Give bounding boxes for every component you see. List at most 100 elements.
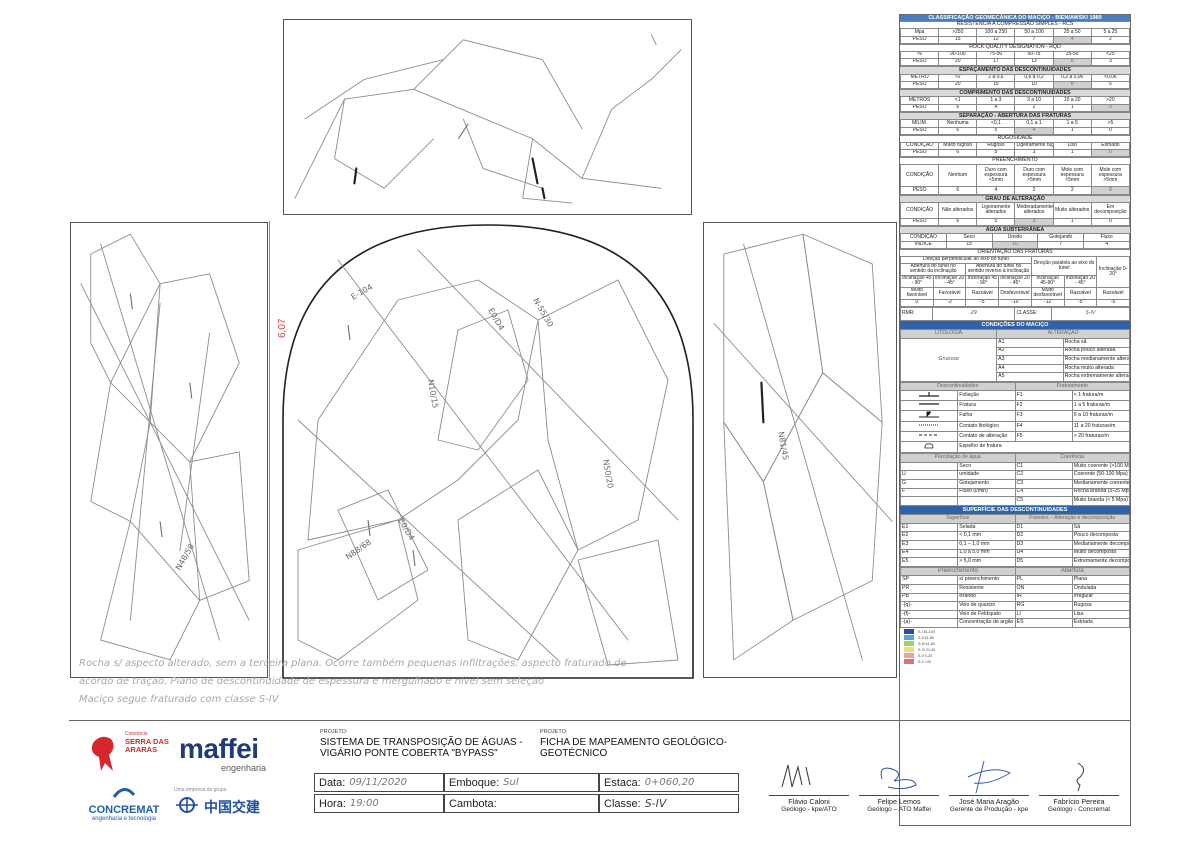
agua-table: CONDIÇÃO Seco Úmido Gotejando Fluxo ÍNDICE 15…	[900, 233, 1130, 249]
preenchimento-table: CONDIÇÃO Nenhum Duro com espessura <5mm Dur…	[899, 164, 1131, 195]
alteracao-title: GRAU DE ALTERAÇÃO	[900, 194, 1130, 202]
comprimento-selected: 0	[1090, 103, 1131, 113]
data-field[interactable]: Data: 09/11/2020	[314, 773, 444, 792]
classification-sheet: CLASSIFICAÇÃO GEOMECÂNICA DO MACIÇO - BI…	[899, 14, 1131, 826]
condicoes-table: LITOLOGIA ALTERAÇÃO Gnaisse A1 Rocha sã A2 R…	[899, 329, 1131, 382]
alteracao-table: CONDIÇÃO Não alterados Ligeiramente altera…	[899, 201, 1131, 227]
rcs-title: RESISTÊNCIA A COMPRESSÃO SIMPLES - RCS	[900, 21, 1130, 28]
right-wall-panel: N81/45	[703, 222, 897, 678]
classe-value: S-IV	[1051, 307, 1130, 322]
preenchimento-selected: 0	[1090, 186, 1131, 195]
rugosidade-table: CONDIÇÃO Muito rugoso Rugoso Ligeiramente r…	[899, 141, 1131, 158]
cambota-field[interactable]: Cambota:	[444, 794, 599, 813]
serra-das-araras-logo: Consórcio SERRA DAS ARARAS	[87, 731, 177, 777]
espacamento-selected: 8	[1052, 80, 1092, 90]
rqd-title: ROCK QUALITY DESIGNATION - RQD	[900, 43, 1130, 51]
preenchimento-legend-table: Preenchimento Abertura SP s/ preenchimento…	[899, 566, 1131, 628]
rmr-value: 29	[932, 307, 1016, 322]
signature-mark-icon	[1076, 762, 1084, 792]
tunnel-annotation-0: E-104	[350, 282, 375, 301]
class-swatch	[904, 635, 914, 641]
rugosidade-title: RUGOSIDADE	[900, 134, 1130, 142]
rqd-selected: 8	[1052, 58, 1092, 67]
percolacao-table: Percolação de água Coerência Seco C1 Muito …	[899, 453, 1131, 506]
right-wall-annotation: N81/45	[776, 431, 790, 461]
descontinuidades-table: Descontinuidades Fraturamento Foliação F1 <…	[899, 381, 1131, 454]
superficie-table: Superfície Paredes – Alteração e decompos…	[899, 514, 1131, 567]
agua-selected: 10	[991, 240, 1039, 249]
orientacao-table: Direção perpendicular ao eixo do túnel Di…	[899, 255, 1130, 308]
classe-field[interactable]: Classe: S-IV	[599, 794, 739, 813]
left-wall-annotation: N48/58	[174, 542, 196, 571]
signature-flavio: Flávio Caloni Geólogo - kpe/ATO	[769, 759, 849, 813]
concremat-mark-icon	[112, 788, 136, 798]
falha-symbol-icon	[919, 411, 940, 418]
contato-litologico-symbol-icon	[919, 424, 940, 426]
agua-title: ÁGUA SUBTERRÂNEA	[900, 226, 1130, 234]
preenchimento-title: PREENCHIMENTO	[900, 157, 1130, 164]
crown-sketch	[294, 34, 682, 204]
tunnel-annotation-4: E0/D4	[486, 307, 506, 332]
signature-mark-icon	[781, 764, 811, 788]
class-color-key: S-I 81-100 S-II 61-80 S-III 41-60 S-IV 2…	[900, 628, 1130, 666]
foliacao-symbol-icon	[919, 392, 940, 398]
maffei-logo: maffei engenharia	[179, 733, 267, 774]
crcc-logo: Uma empresa do grupo 中国交建	[174, 787, 260, 815]
contato-alteracao-symbol-icon	[919, 434, 940, 436]
abertura-table: MILIM. Nenhuma <0,1 0,1 a 11 a 5 >5 PESO 6 5 4 1…	[899, 119, 1131, 135]
comprimento-title: COMPRIMENTO DAS DESCONTINUIDADES	[900, 89, 1130, 97]
concremat-logo: CONCREMAT engenharia e tecnologia	[79, 785, 169, 822]
signature-jose: José Maria Aragão Gerente de Produção - …	[949, 759, 1029, 813]
observation-notes: Rocha s/ aspecto alterado, sem a terceir…	[69, 656, 899, 718]
class-swatch	[904, 659, 914, 665]
espacamento-title: ESPAÇAMENTO DAS DESCONTINUIDADES	[900, 66, 1130, 74]
estaca-field[interactable]: Estaca: 0+060,20	[599, 773, 739, 792]
class-swatch	[904, 641, 914, 647]
tunnel-annotation-5: N-S5/30	[531, 297, 555, 329]
abertura-title: SEPARAÇÃO - ABERTURA DAS FRATURAS	[900, 112, 1130, 120]
espelho-fratura-symbol-icon	[924, 443, 934, 449]
condicoes-title: CONDIÇÕES DO MACIÇO	[900, 321, 1130, 330]
espacamento-table: METRO >2 2 a 0,6 0,6 a 0,2 0,2 a 0,06 <0,06 P…	[899, 73, 1131, 90]
note-line-1: Rocha s/ aspecto alterado, sem a terceir…	[79, 658, 627, 669]
projeto2-text: FICHA DE MAPEAMENTO GEOLÓGICO-GEOTÉCNICO	[540, 737, 728, 759]
tunnel-annotation-7: N50/20	[601, 459, 615, 489]
right-wall-sketch: N81/45	[713, 233, 893, 661]
rcs-table: Mpa >250 100 a 250 50 a 100 25 a 50 5 a 25 PE…	[899, 28, 1131, 44]
tunnel-annotation-6: E0/D4	[396, 517, 416, 542]
class-key-row: S-V <20	[904, 659, 1126, 665]
orientacao-title: ORIENTAÇÃO DAS FRATURAS	[900, 248, 1130, 256]
note-line-2: acordo de tração. Plano de descontinuida…	[79, 676, 545, 687]
class-swatch	[904, 629, 914, 635]
comprimento-table: METROS <1 1 a 33 a 10 10 a 20 >20 PESO 6 4 2 1 0	[899, 96, 1131, 113]
signature-fabricio: Fabrício Pereira Geólogo - Concremat	[1039, 759, 1119, 813]
rugosidade-selected: 0	[1090, 149, 1131, 158]
tunnel-face-sketch: E-104 N88/68 N10/15 E0/D4 N-S5/30 E0/D4 …	[282, 224, 694, 679]
emboque-field[interactable]: Emboque: Sul	[444, 773, 599, 792]
class-swatch	[904, 647, 914, 653]
alteracao-selected: 3	[1014, 217, 1054, 227]
class-swatch	[904, 653, 914, 659]
footer: Consórcio SERRA DAS ARARAS maffei engenh…	[69, 720, 1131, 826]
tunnel-annotation-2: N88/68	[344, 538, 373, 562]
projeto2-label: PROJETO:	[540, 729, 568, 735]
signature-mark-icon	[967, 760, 1012, 794]
note-line-3: Maciço segue fraturado com classe S-IV	[79, 694, 279, 705]
hora-field[interactable]: Hora: 19:00	[314, 794, 444, 813]
crcc-mark-icon	[176, 797, 198, 813]
tunnel-annotation-3: N10/15	[426, 379, 440, 409]
projeto-label: PROJETO:	[320, 729, 348, 735]
rmr-result: RMR: 29 CLASSE: S-IV	[899, 307, 1130, 322]
fratura-symbol-icon	[919, 403, 940, 406]
signature-mark-icon	[880, 767, 917, 790]
litologia-value: Gnaisse	[899, 337, 998, 382]
superficie-title: SUPERFÍCIE DAS DESCONTINUIDADES	[900, 505, 1130, 515]
left-wall-sketch: N48/58	[80, 233, 250, 661]
rqd-table: % 90-100 75-90 50-75 25-50 <25 PESO 20 17 13 8 3	[899, 50, 1131, 67]
projeto-text: SISTEMA DE TRANSPOSIÇÃO DE ÁGUAS - VIGÁR…	[320, 737, 523, 759]
height-dimension-line	[269, 221, 270, 680]
abertura-selected: 4	[1014, 126, 1054, 135]
crown-panel	[283, 19, 692, 215]
signature-felipe: Felipe Lemos Geólogo – ATO Maffei	[859, 759, 939, 813]
rcs-selected: 4	[1052, 35, 1092, 44]
